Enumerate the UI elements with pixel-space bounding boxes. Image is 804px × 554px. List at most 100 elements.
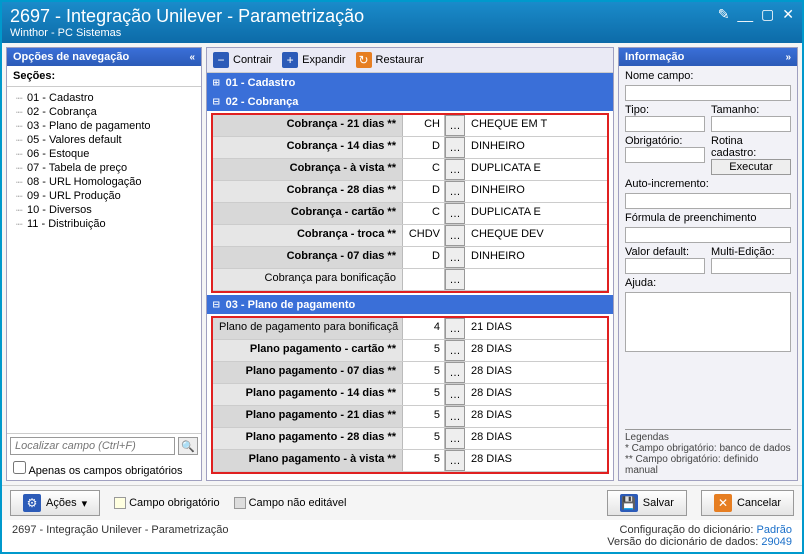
lookup-button[interactable]: … — [445, 159, 465, 180]
row-code[interactable]: D — [403, 247, 445, 268]
chevron-right-icon[interactable]: » — [785, 52, 791, 63]
grid-row[interactable]: Plano pagamento - cartão **5…28 DIAS — [213, 340, 607, 362]
lookup-button[interactable]: … — [445, 340, 465, 361]
nav-item[interactable]: 11 - Distribuição — [13, 217, 195, 231]
row-code[interactable]: C — [403, 159, 445, 180]
grid-row[interactable]: Cobrança - à vista **C…DUPLICATA E — [213, 159, 607, 181]
only-required-checkbox[interactable]: Apenas os campos obrigatórios — [13, 465, 183, 477]
grid-row[interactable]: Plano pagamento - 28 dias **5…28 DIAS — [213, 428, 607, 450]
row-code[interactable]: 5 — [403, 406, 445, 427]
valdef-field[interactable] — [625, 258, 705, 274]
nav-item[interactable]: 05 - Valores default — [13, 133, 195, 147]
grid-row[interactable]: Plano pagamento - 14 dias **5…28 DIAS — [213, 384, 607, 406]
row-label: Cobrança - 07 dias ** — [213, 247, 403, 268]
search-button[interactable]: 🔍 — [178, 437, 198, 455]
contrair-button[interactable]: −Contrair — [213, 52, 272, 68]
acoes-button[interactable]: ⚙Ações▾ — [10, 490, 100, 516]
edit-icon[interactable]: ✎ — [718, 6, 730, 23]
row-code[interactable]: 5 — [403, 362, 445, 383]
lookup-button[interactable]: … — [445, 225, 465, 246]
executar-button[interactable]: Executar — [711, 159, 791, 175]
auto-field[interactable] — [625, 193, 791, 209]
lookup-button[interactable]: … — [445, 406, 465, 427]
nav-panel: Opções de navegação « Seções: 01 - Cadas… — [6, 47, 202, 481]
lookup-button[interactable]: … — [445, 247, 465, 268]
grid-row[interactable]: Cobrança - 21 dias **CH…CHEQUE EM T — [213, 115, 607, 137]
lookup-button[interactable]: … — [445, 362, 465, 383]
lookup-button[interactable]: … — [445, 450, 465, 471]
formula-field[interactable] — [625, 227, 791, 243]
sections-label: Seções: — [7, 66, 201, 87]
nav-item[interactable]: 02 - Cobrança — [13, 105, 195, 119]
search-input[interactable] — [10, 437, 175, 455]
lookup-button[interactable]: … — [445, 318, 465, 339]
grid-row[interactable]: Cobrança - 14 dias **D…DINHEIRO — [213, 137, 607, 159]
grid-row[interactable]: Plano pagamento - 07 dias **5…28 DIAS — [213, 362, 607, 384]
tamanho-field[interactable] — [711, 116, 791, 132]
row-code[interactable]: 5 — [403, 450, 445, 471]
row-value: DUPLICATA E — [465, 203, 607, 224]
row-label: Cobrança - 28 dias ** — [213, 181, 403, 202]
data-grid[interactable]: ⊞01 - Cadastro⊟02 - Cobrança Cobrança - 2… — [207, 73, 613, 480]
grid-row[interactable]: Plano de pagamento para bonificaçã4…21 D… — [213, 318, 607, 340]
info-panel: Informação » Nome campo: Tipo: Tamanho: … — [618, 47, 798, 481]
multi-field[interactable] — [711, 258, 791, 274]
row-code[interactable]: D — [403, 181, 445, 202]
bottom-bar: ⚙Ações▾ Campo obrigatório Campo não edit… — [2, 485, 802, 520]
lookup-button[interactable]: … — [445, 428, 465, 449]
row-value: DUPLICATA E — [465, 159, 607, 180]
ajuda-field[interactable] — [625, 292, 791, 352]
nav-item[interactable]: 01 - Cadastro — [13, 91, 195, 105]
nav-item[interactable]: 10 - Diversos — [13, 203, 195, 217]
row-value: 28 DIAS — [465, 340, 607, 361]
lookup-button[interactable]: … — [445, 115, 465, 136]
lookup-button[interactable]: … — [445, 137, 465, 158]
chevron-left-icon[interactable]: « — [189, 52, 195, 63]
row-value: 28 DIAS — [465, 406, 607, 427]
minimize-icon[interactable]: __ — [737, 6, 753, 23]
grid-row[interactable]: Cobrança - cartão **C…DUPLICATA E — [213, 203, 607, 225]
expandir-button[interactable]: +Expandir — [282, 52, 345, 68]
row-code[interactable]: 5 — [403, 428, 445, 449]
restore-icon: ↻ — [356, 52, 372, 68]
lookup-button[interactable]: … — [445, 269, 465, 290]
grid-row[interactable]: Plano pagamento - 21 dias **5…28 DIAS — [213, 406, 607, 428]
lookup-button[interactable]: … — [445, 181, 465, 202]
nome-field[interactable] — [625, 85, 791, 101]
salvar-button[interactable]: 💾Salvar — [607, 490, 687, 516]
nav-item[interactable]: 08 - URL Homologação — [13, 175, 195, 189]
nav-item[interactable]: 07 - Tabela de preço — [13, 161, 195, 175]
row-label: Cobrança para bonificação — [213, 269, 403, 290]
row-code[interactable] — [403, 269, 445, 290]
grid-row[interactable]: Cobrança - 07 dias **D…DINHEIRO — [213, 247, 607, 269]
row-label: Plano pagamento - 14 dias ** — [213, 384, 403, 405]
row-value: 28 DIAS — [465, 362, 607, 383]
close-icon[interactable]: ✕ — [782, 6, 794, 23]
row-code[interactable]: 4 — [403, 318, 445, 339]
tipo-field[interactable] — [625, 116, 705, 132]
section-header[interactable]: ⊟03 - Plano de pagamento — [207, 295, 613, 314]
obrig-field[interactable] — [625, 147, 705, 163]
nav-item[interactable]: 06 - Estoque — [13, 147, 195, 161]
row-code[interactable]: CHDV — [403, 225, 445, 246]
row-code[interactable]: D — [403, 137, 445, 158]
nav-item[interactable]: 03 - Plano de pagamento — [13, 119, 195, 133]
grid-row[interactable]: Plano pagamento - à vista **5…28 DIAS — [213, 450, 607, 472]
row-code[interactable]: C — [403, 203, 445, 224]
maximize-icon[interactable]: ▢ — [761, 6, 774, 23]
row-value — [465, 269, 607, 290]
row-code[interactable]: CH — [403, 115, 445, 136]
cancelar-button[interactable]: ✕Cancelar — [701, 490, 794, 516]
row-code[interactable]: 5 — [403, 384, 445, 405]
row-value: 21 DIAS — [465, 318, 607, 339]
section-header[interactable]: ⊟02 - Cobrança — [207, 92, 613, 111]
lookup-button[interactable]: … — [445, 384, 465, 405]
grid-row[interactable]: Cobrança - 28 dias **D…DINHEIRO — [213, 181, 607, 203]
lookup-button[interactable]: … — [445, 203, 465, 224]
row-code[interactable]: 5 — [403, 340, 445, 361]
restaurar-button[interactable]: ↻Restaurar — [356, 52, 424, 68]
grid-row[interactable]: Cobrança - troca **CHDV…CHEQUE DEV — [213, 225, 607, 247]
grid-row[interactable]: Cobrança para bonificação … — [213, 269, 607, 291]
section-header[interactable]: ⊞01 - Cadastro — [207, 73, 613, 92]
nav-item[interactable]: 09 - URL Produção — [13, 189, 195, 203]
